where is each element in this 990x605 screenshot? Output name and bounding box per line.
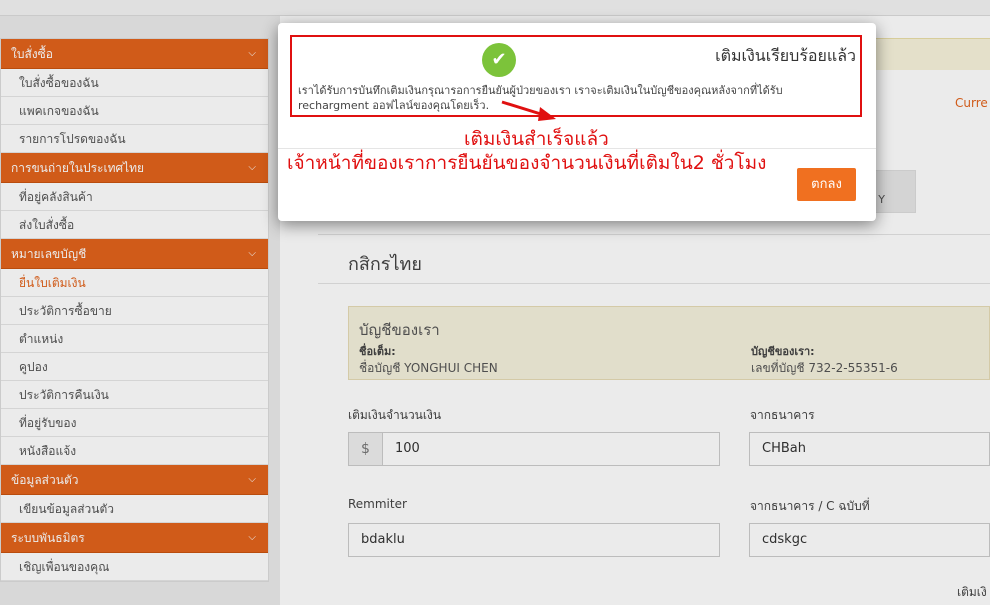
annotation-arrow-icon <box>501 100 556 121</box>
success-modal: ✔ เติมเงินเรียบร้อยแล้ว เราได้รับการบันท… <box>278 23 876 221</box>
annotation-confirm-time: เจ้าหน้าที่ของเราการยืนยันของจำนวนเงินที… <box>287 152 767 174</box>
modal-title: เติมเงินเรียบร้อยแล้ว <box>715 46 856 65</box>
success-check-icon: ✔ <box>482 43 516 77</box>
ok-button[interactable]: ตกลง <box>797 168 856 201</box>
